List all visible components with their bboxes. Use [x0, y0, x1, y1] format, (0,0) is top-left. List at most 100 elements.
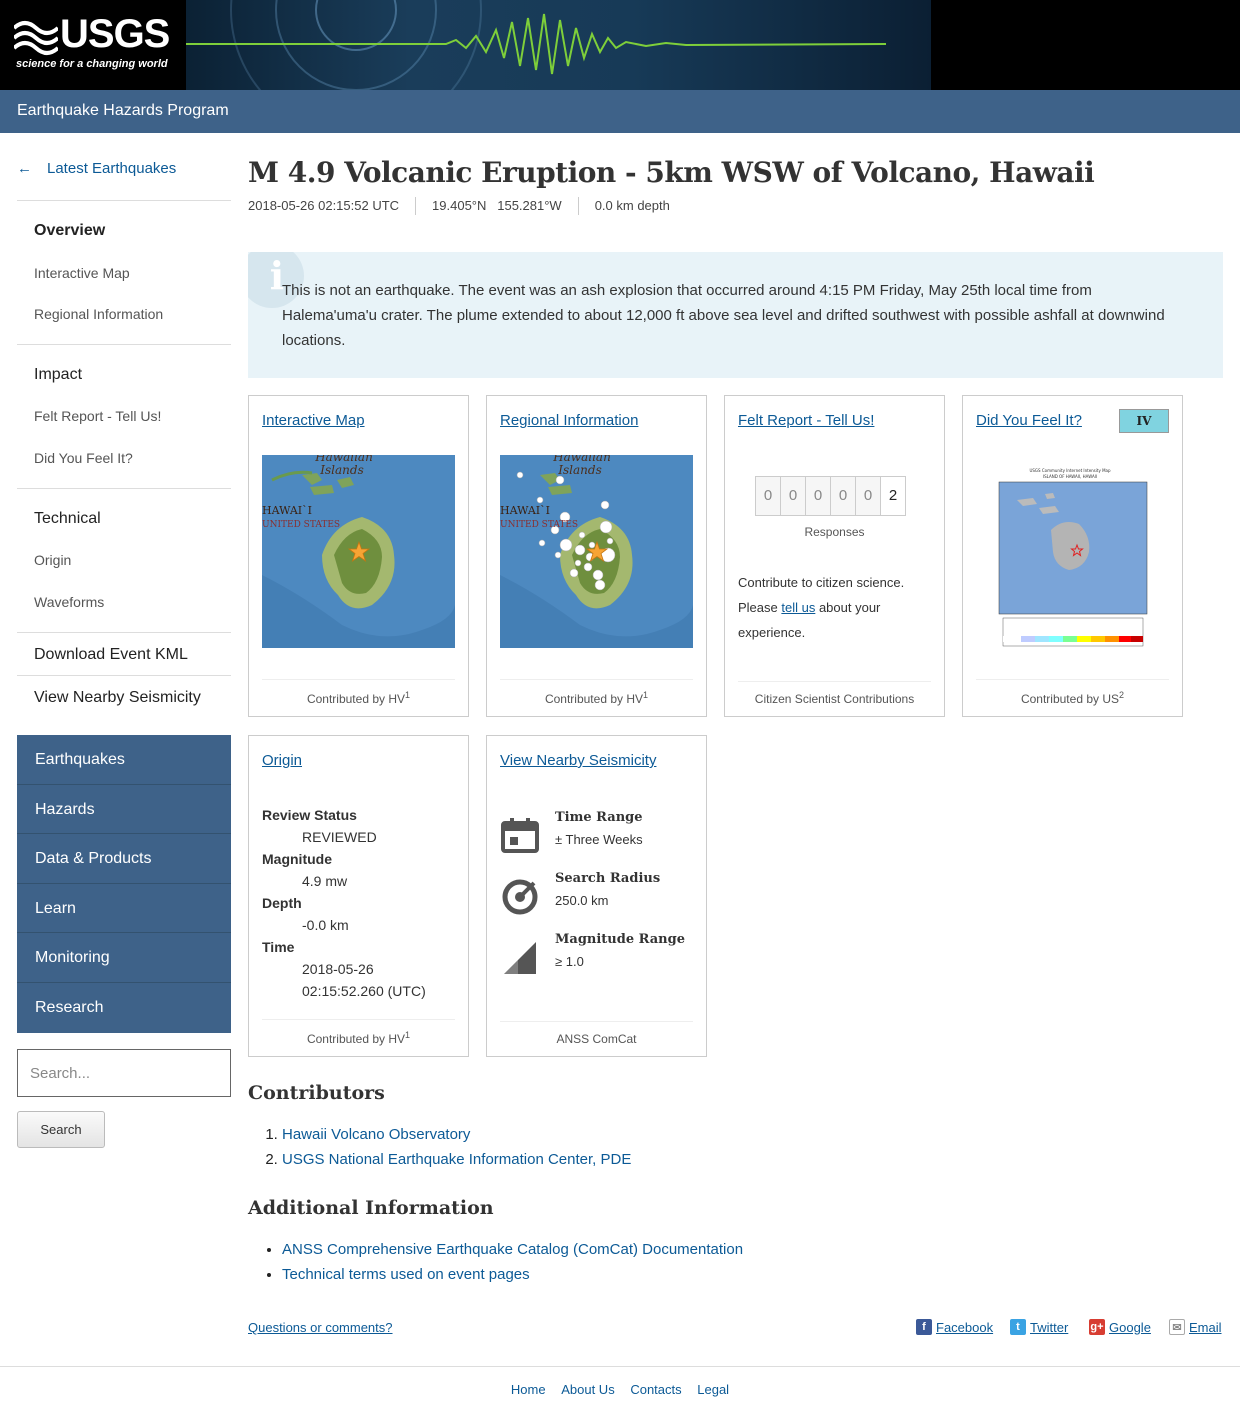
sidebar-item-regional-information[interactable]: Regional Information — [34, 306, 163, 322]
info-link[interactable]: ANSS Comprehensive Earthquake Catalog (C… — [282, 1241, 743, 1258]
mmi-badge: IV — [1119, 409, 1169, 433]
sidebar-item-waveforms[interactable]: Waveforms — [34, 594, 104, 610]
magnitude-range-value: ≥ 1.0 — [555, 954, 584, 969]
facebook-icon: f — [916, 1319, 932, 1335]
magnitude-label: Magnitude — [262, 851, 332, 867]
origin-details: Review Status REVIEWED Magnitude 4.9 mw … — [262, 804, 426, 1002]
counter-digit: 0 — [855, 476, 881, 516]
program-title[interactable]: Earthquake Hazards Program — [17, 102, 229, 120]
sidebar-item-nearby-seismicity[interactable]: View Nearby Seismicity — [34, 689, 201, 707]
contributor-link[interactable]: USGS National Earthquake Information Cen… — [282, 1151, 631, 1168]
counter-digit: 2 — [880, 476, 906, 516]
time-range-row: Time Range ± Three Weeks — [500, 810, 695, 858]
list-item: Technical terms used on event pages — [282, 1262, 743, 1287]
magnitude-value: 4.9 mw — [302, 873, 348, 889]
card-nearby-seismicity[interactable]: View Nearby Seismicity Time Range ± Thre… — [486, 735, 707, 1057]
counter-digit: 0 — [805, 476, 831, 516]
card-footer: Contributed by US2 — [976, 679, 1169, 706]
magnitude-range-row: Magnitude Range ≥ 1.0 — [500, 932, 695, 980]
nav-data-products[interactable]: Data & Products — [17, 834, 231, 884]
event-notice: i This is not an earthquake. The event w… — [248, 252, 1223, 378]
map-thumbnail[interactable]: Hawaiian Islands HAWAI`I UNITED STATES — [262, 455, 455, 648]
share-google[interactable]: g+ Google — [1089, 1319, 1151, 1335]
seismogram-banner — [186, 0, 931, 90]
list-item: USGS National Earthquake Information Cen… — [282, 1147, 631, 1172]
footer-about[interactable]: About Us — [561, 1382, 614, 1397]
divider — [17, 675, 231, 676]
nav-learn[interactable]: Learn — [17, 884, 231, 934]
search-input[interactable] — [17, 1049, 231, 1097]
sidebar-item-origin[interactable]: Origin — [34, 552, 71, 568]
twitter-icon: t — [1010, 1319, 1026, 1335]
magnitude-range-label: Magnitude Range — [555, 932, 685, 947]
footer-contacts[interactable]: Contacts — [630, 1382, 681, 1397]
sidebar-item-technical[interactable]: Technical — [34, 510, 101, 528]
card-interactive-map[interactable]: Interactive Map Hawaiian Islands HAWAI`I… — [248, 395, 469, 717]
calendar-icon — [501, 818, 539, 853]
card-title[interactable]: Felt Report - Tell Us! — [738, 412, 874, 429]
nav-hazards[interactable]: Hazards — [17, 785, 231, 835]
map-label-islands: Islands — [319, 463, 363, 477]
additional-info-heading: Additional Information — [248, 1197, 494, 1219]
sidebar-item-impact[interactable]: Impact — [34, 366, 82, 384]
page-title: M 4.9 Volcanic Eruption - 5km WSW of Vol… — [248, 156, 1095, 189]
nav-research[interactable]: Research — [17, 983, 231, 1033]
logo-tagline: science for a changing world — [16, 58, 168, 70]
sidebar-item-download-kml[interactable]: Download Event KML — [34, 646, 188, 664]
latest-earthquakes-link[interactable]: ← Latest Earthquakes — [17, 160, 176, 177]
responses-label: Responses — [804, 525, 865, 539]
divider — [17, 488, 231, 489]
nav-earthquakes[interactable]: Earthquakes — [17, 735, 231, 785]
depth-value: -0.0 km — [302, 917, 349, 933]
footer-divider — [0, 1366, 1240, 1367]
card-title[interactable]: Interactive Map — [262, 412, 365, 429]
card-origin[interactable]: Origin Review Status REVIEWED Magnitude … — [248, 735, 469, 1057]
share-twitter[interactable]: t Twitter — [1010, 1319, 1068, 1335]
program-bar: Earthquake Hazards Program — [0, 90, 1240, 133]
map-label-hawaii: HAWAI`I — [500, 504, 550, 517]
regional-map-thumbnail[interactable]: Hawaiian Islands HAWAI`I UNITED STATES — [500, 455, 693, 648]
nav-monitoring[interactable]: Monitoring — [17, 933, 231, 983]
contributor-link[interactable]: Hawaii Volcano Observatory — [282, 1126, 470, 1143]
site-nav: Earthquakes Hazards Data & Products Lear… — [17, 735, 231, 1033]
card-title[interactable]: View Nearby Seismicity — [500, 752, 656, 769]
search-radius-label: Search Radius — [555, 871, 661, 886]
radius-icon — [502, 879, 538, 915]
logo-text: USGS — [60, 12, 170, 56]
search-radius-row: Search Radius 250.0 km — [500, 871, 695, 919]
map-label-us: UNITED STATES — [500, 520, 578, 530]
card-felt-report[interactable]: Felt Report - Tell Us! 0 0 0 0 0 2 Respo… — [724, 395, 945, 717]
share-facebook[interactable]: f Facebook — [916, 1319, 993, 1335]
share-email[interactable]: ✉ Email — [1169, 1319, 1222, 1335]
card-footer: Contributed by HV1 — [500, 679, 693, 706]
time-range-value: ± Three Weeks — [555, 832, 643, 847]
search-button[interactable]: Search — [17, 1111, 105, 1148]
card-title[interactable]: Did You Feel It? — [976, 412, 1082, 429]
questions-link[interactable]: Questions or comments? — [248, 1320, 393, 1335]
info-link[interactable]: Technical terms used on event pages — [282, 1266, 530, 1283]
sidebar-item-overview[interactable]: Overview — [34, 222, 105, 240]
google-plus-icon: g+ — [1089, 1319, 1105, 1335]
depth-label: Depth — [262, 895, 302, 911]
time-range-label: Time Range — [555, 810, 643, 825]
footer-home[interactable]: Home — [511, 1382, 546, 1397]
intensity-map-subtitle: ISLAND OF HAWAII, HAWAII — [1043, 474, 1097, 479]
tell-us-link[interactable]: tell us — [781, 600, 815, 615]
footer-legal[interactable]: Legal — [697, 1382, 729, 1397]
counter-digit: 0 — [780, 476, 806, 516]
map-label-us: UNITED STATES — [262, 520, 340, 530]
card-footer: Contributed by HV1 — [262, 1019, 455, 1046]
card-title[interactable]: Regional Information — [500, 412, 638, 429]
card-regional-information[interactable]: Regional Information Hawaiian Islands HA… — [486, 395, 707, 717]
usgs-logo[interactable]: USGS science for a changing world — [14, 12, 174, 76]
review-status-label: Review Status — [262, 807, 357, 823]
sidebar-item-felt-report[interactable]: Felt Report - Tell Us! — [34, 408, 161, 424]
sidebar-item-interactive-map[interactable]: Interactive Map — [34, 265, 130, 281]
divider — [17, 344, 231, 345]
card-dyfi[interactable]: Did You Feel It? IV USGS Community Inter… — [962, 395, 1183, 717]
intensity-map-thumbnail[interactable]: USGS Community Internet Intensity Map IS… — [983, 466, 1173, 656]
contributors-list: Hawaii Volcano Observatory USGS National… — [282, 1122, 631, 1172]
card-title[interactable]: Origin — [262, 752, 302, 769]
contributors-heading: Contributors — [248, 1082, 385, 1104]
sidebar-item-dyfi[interactable]: Did You Feel It? — [34, 450, 133, 466]
